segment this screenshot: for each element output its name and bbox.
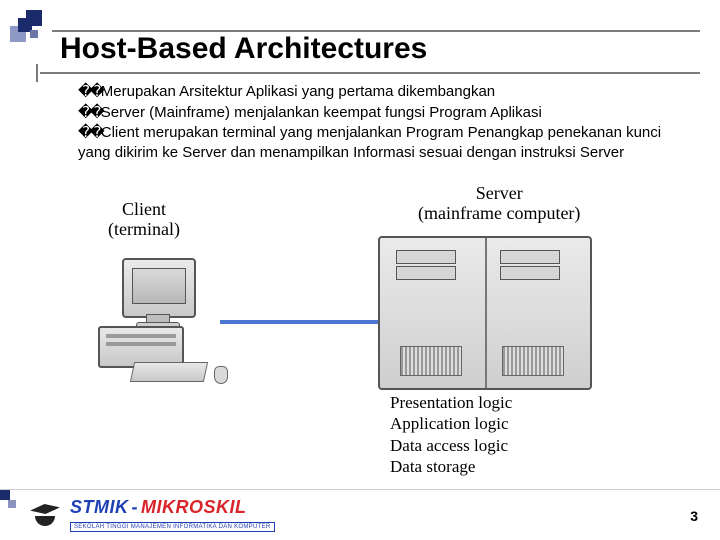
- bullet-text: Server (Mainframe) menjalankan keempat f…: [101, 104, 542, 121]
- server-logic-list: Presentation logic Application logic Dat…: [390, 392, 512, 477]
- server-label-line2: (mainframe computer): [418, 204, 580, 224]
- org-brand: STMIK-MIKROSKIL: [70, 498, 275, 516]
- brand-subtitle: SEKOLAH TINGGI MANAJEMEN INFORMATIKA DAN…: [70, 522, 275, 532]
- logic-item: Presentation logic: [390, 392, 512, 413]
- server-label-line1: Server: [418, 184, 580, 204]
- connection-line: [220, 320, 378, 324]
- mainframe-icon: [378, 236, 592, 390]
- slide: Host-Based Architectures ��Merupakan Ars…: [0, 0, 720, 540]
- slide-title: Host-Based Architectures: [60, 32, 427, 66]
- org-text: STMIK-MIKROSKIL SEKOLAH TINGGI MANAJEMEN…: [70, 498, 275, 532]
- bullet-list: ��Merupakan Arsitektur Aplikasi yang per…: [78, 82, 690, 163]
- client-label-line1: Client: [108, 200, 180, 220]
- client-label: Client (terminal): [108, 200, 180, 240]
- bullet-glyph: ��: [78, 104, 101, 121]
- title-underline: [40, 72, 700, 74]
- bullet-item: ��Client merupakan terminal yang menjala…: [78, 123, 690, 162]
- bullet-text: Merupakan Arsitektur Aplikasi yang perta…: [101, 83, 495, 100]
- title-tick: [36, 64, 38, 82]
- footer-square-icon: [8, 500, 16, 508]
- footer-square-icon: [0, 490, 10, 500]
- bullet-item: ��Server (Mainframe) menjalankan keempat…: [78, 103, 690, 123]
- client-label-line2: (terminal): [108, 220, 180, 240]
- corner-decoration: [8, 8, 68, 48]
- architecture-diagram: Client (terminal) Server (mainframe comp…: [80, 200, 640, 460]
- brand-dash: -: [132, 497, 139, 517]
- bullet-item: ��Merupakan Arsitektur Aplikasi yang per…: [78, 82, 690, 102]
- server-label: Server (mainframe computer): [418, 184, 580, 224]
- logic-item: Data access logic: [390, 435, 512, 456]
- bullet-glyph: ��: [78, 83, 101, 100]
- client-terminal-icon: [94, 254, 224, 374]
- logic-item: Application logic: [390, 413, 512, 434]
- org-logo: STMIK-MIKROSKIL SEKOLAH TINGGI MANAJEMEN…: [28, 498, 275, 532]
- graduation-cap-icon: [28, 504, 62, 526]
- bullet-text: Client merupakan terminal yang menjalank…: [78, 124, 661, 161]
- footer-rule: [0, 489, 720, 490]
- logic-item: Data storage: [390, 456, 512, 477]
- brand-stmik: STMIK: [70, 497, 129, 517]
- brand-mikro: MIKROSKIL: [141, 497, 247, 517]
- bullet-glyph: ��: [78, 124, 101, 141]
- page-number: 3: [690, 508, 698, 524]
